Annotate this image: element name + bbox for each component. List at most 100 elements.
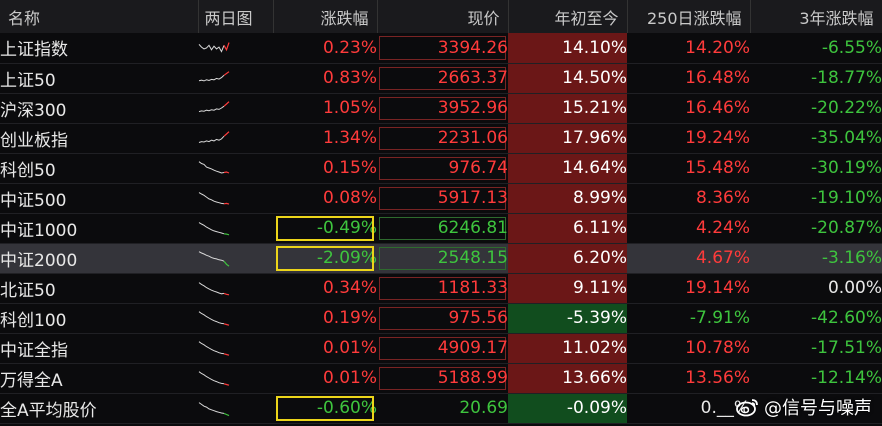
- change-250d: 4.67%: [695, 248, 750, 268]
- sparkline-chart: [198, 222, 230, 236]
- index-name: 全A平均股价: [0, 400, 97, 421]
- sparkline-day2: [223, 42, 230, 52]
- sparkline-day1: [198, 311, 225, 325]
- current-price: 5188.99: [377, 363, 508, 393]
- col-header-two-day-chart[interactable]: 两日图: [198, 0, 274, 33]
- ytd-change: 9.11%: [508, 273, 627, 303]
- index-name: 沪深300: [0, 100, 67, 121]
- change-percent: -0.60%: [273, 393, 377, 423]
- sparkline-day2: [223, 323, 230, 326]
- change-3y: -20.87%: [811, 218, 882, 238]
- change-percent: 0.01%: [322, 368, 377, 388]
- ytd-change: 14.10%: [508, 33, 627, 63]
- price-value: 2548.15: [437, 248, 508, 268]
- current-price: 6246.81: [377, 213, 508, 243]
- table-row[interactable]: 北证50 0.34% 1181.33 9.11% 19.14% 0.00%: [0, 273, 882, 303]
- change-percent: 0.08%: [322, 188, 377, 208]
- table-row[interactable]: 万得全A 0.01% 5188.99 13.66% 13.56% -12.14%: [0, 363, 882, 393]
- change-250d: -7.91%: [689, 308, 750, 328]
- price-value: 976.74: [448, 158, 508, 178]
- ytd-change: -0.09%: [508, 393, 627, 423]
- change-3y: -6.55%: [821, 37, 882, 58]
- change-percent: 0.83%: [322, 68, 377, 88]
- index-name: 科创100: [0, 310, 67, 331]
- sparkline-chart: [198, 402, 230, 417]
- sparkline-chart: [198, 192, 230, 205]
- change-percent: 0.19%: [322, 308, 377, 328]
- sparkline-day1: [198, 251, 225, 262]
- table-row[interactable]: 上证50 0.83% 2663.37 14.50% 16.48% -18.77%: [0, 63, 882, 93]
- current-price: 5917.13: [377, 183, 508, 213]
- col-header-price[interactable]: 现价: [377, 0, 509, 33]
- current-price: 2663.37: [377, 63, 508, 93]
- index-name: 中证全指: [0, 340, 68, 361]
- table-row[interactable]: 创业板指 1.34% 2231.06 17.96% 19.24% -35.04%: [0, 123, 882, 153]
- two-day-sparkline-cell: [198, 333, 273, 363]
- table-row[interactable]: 沪深300 1.05% 3952.96 15.21% 16.46% -20.22%: [0, 93, 882, 123]
- sparkline-day1: [198, 192, 225, 205]
- index-name: 北证50: [0, 280, 56, 301]
- current-price: 20.69: [377, 393, 508, 423]
- sparkline-chart: [198, 282, 230, 296]
- price-value: 5917.13: [437, 188, 508, 208]
- col-header-name[interactable]: 名称: [0, 0, 199, 33]
- sparkline-day1: [198, 43, 225, 53]
- sparkline-chart: [198, 161, 230, 174]
- price-value: 4909.17: [437, 338, 508, 358]
- change-250d: 19.24%: [685, 128, 750, 148]
- ytd-change: 14.64%: [508, 153, 627, 183]
- change-250d: 16.48%: [685, 68, 750, 88]
- table-row[interactable]: 中证全指 0.01% 4909.17 11.02% 10.78% -17.51%: [0, 333, 882, 363]
- price-value: 2663.37: [437, 68, 508, 88]
- index-table: 名称 两日图 涨跌幅 现价 年初至今 250日涨跌幅 3年涨跌幅 上证指数 0.2…: [0, 0, 882, 424]
- two-day-sparkline-cell: [198, 183, 273, 213]
- price-value: 5188.99: [437, 368, 508, 388]
- weibo-icon: [736, 399, 758, 417]
- index-name: 创业板指: [0, 130, 68, 151]
- ytd-change: 17.96%: [508, 123, 627, 153]
- change-3y: -30.19%: [811, 158, 882, 178]
- change-percent: 1.05%: [322, 98, 377, 118]
- sparkline-chart: [198, 311, 230, 326]
- change-250d: 13.56%: [685, 368, 750, 388]
- index-name: 中证2000: [0, 250, 78, 271]
- change-percent: 0.34%: [322, 278, 377, 298]
- change-250d: 16.46%: [685, 98, 750, 118]
- col-header-250d-change[interactable]: 250日涨跌幅: [627, 0, 751, 33]
- change-250d: 15.48%: [685, 158, 750, 178]
- table-row[interactable]: 上证指数 0.23% 3394.26 14.10% 14.20% -6.55%: [0, 33, 882, 63]
- price-value: 2231.06: [437, 128, 508, 148]
- table-row[interactable]: 中证2000 -2.09% 2548.15 6.20% 4.67% -3.16%: [0, 243, 882, 273]
- two-day-sparkline-cell: [198, 243, 273, 273]
- ytd-change: 13.66%: [508, 363, 627, 393]
- table-row[interactable]: 科创100 0.19% 975.56 -5.39% -7.91% -42.60%: [0, 303, 882, 333]
- sparkline-chart: [198, 101, 230, 113]
- change-percent: 0.23%: [322, 37, 377, 58]
- change-3y: -19.10%: [811, 188, 882, 208]
- sparkline-day1: [198, 74, 225, 82]
- col-header-ytd[interactable]: 年初至今: [508, 0, 628, 33]
- current-price: 1181.33: [377, 273, 508, 303]
- change-250d: 19.14%: [685, 278, 750, 298]
- change-250d: 14.20%: [685, 37, 750, 58]
- two-day-sparkline-cell: [198, 393, 273, 423]
- sparkline-chart: [198, 251, 230, 267]
- sparkline-day2: [223, 383, 230, 386]
- table-row[interactable]: 中证1000 -0.49% 6246.81 6.11% 4.24% -20.87%: [0, 213, 882, 243]
- two-day-sparkline-cell: [198, 153, 273, 183]
- two-day-sparkline-cell: [198, 93, 273, 123]
- sparkline-day2: [223, 353, 230, 356]
- two-day-sparkline-cell: [198, 123, 273, 153]
- two-day-sparkline-cell: [198, 33, 273, 63]
- change-250d: 4.24%: [695, 218, 750, 238]
- table-row[interactable]: 中证500 0.08% 5917.13 8.99% 8.36% -19.10%: [0, 183, 882, 213]
- col-header-change[interactable]: 涨跌幅: [273, 0, 378, 33]
- sparkline-chart: [198, 371, 230, 386]
- sparkline-chart: [198, 42, 230, 53]
- change-250d: 10.78%: [685, 338, 750, 358]
- current-price: 975.56: [377, 303, 508, 333]
- col-header-3y-change[interactable]: 3年涨跌幅: [750, 0, 882, 33]
- table-row[interactable]: 科创50 0.15% 976.74 14.64% 15.48% -30.19%: [0, 153, 882, 183]
- ytd-change: 14.50%: [508, 63, 627, 93]
- price-value: 3952.96: [437, 98, 508, 118]
